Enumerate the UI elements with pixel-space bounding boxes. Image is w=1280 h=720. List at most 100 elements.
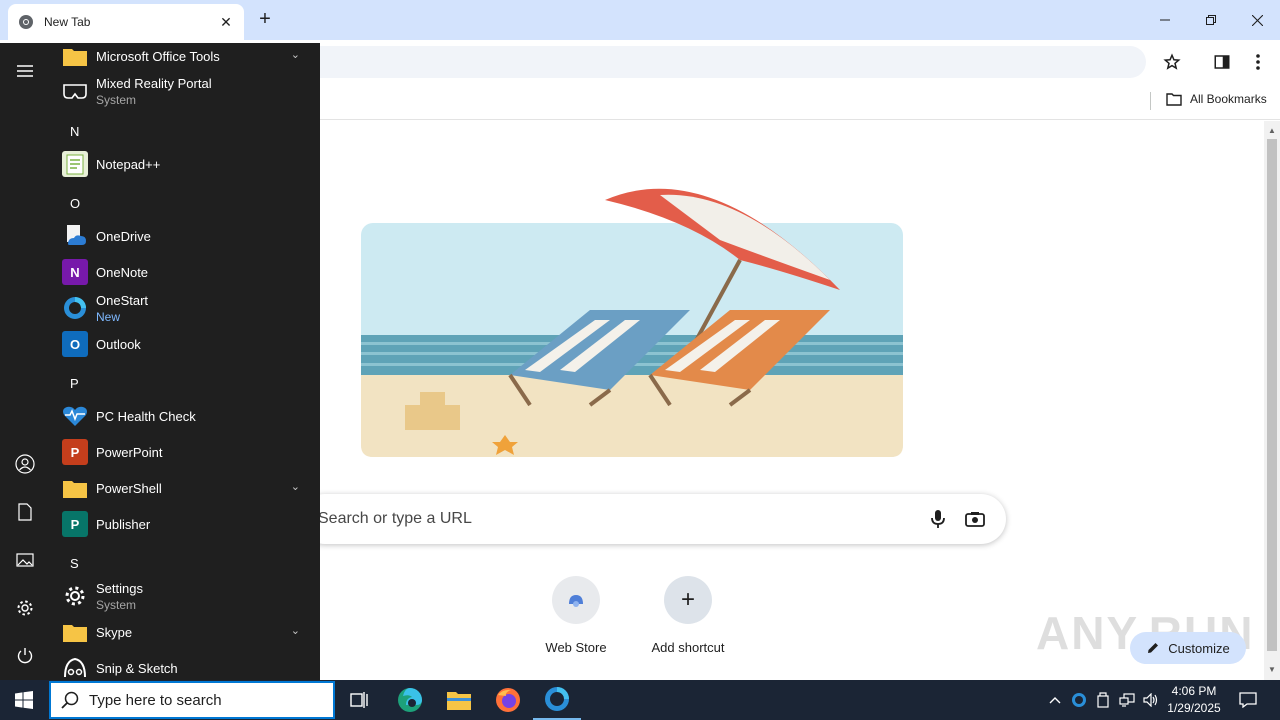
power-icon[interactable] [13,644,37,668]
app-powershell[interactable]: PowerShell ⌄ [62,472,308,504]
beach-doodle-image [361,188,903,457]
pencil-icon [1148,643,1159,653]
start-menu: Microsoft Office Tools ⌄ Mixed Reality P… [0,43,320,680]
app-notepad-plus-plus[interactable]: Notepad++ [62,148,308,180]
customize-button[interactable]: Customize [1130,632,1246,664]
taskbar-search-box[interactable]: Type here to search [49,681,335,719]
close-window-button[interactable] [1234,0,1280,40]
close-tab-icon[interactable]: ✕ [218,14,234,31]
show-hidden-icons-icon[interactable] [1045,690,1065,710]
restore-icon [1206,15,1216,25]
powerpoint-icon: P [62,439,88,465]
settings-gear-icon[interactable] [13,596,37,620]
plus-icon: + [664,576,712,624]
menu-kebab-icon[interactable] [1246,50,1270,74]
taskbar-edge[interactable] [386,680,434,720]
chevron-down-icon: ⌄ [290,625,300,637]
taskbar-file-explorer[interactable] [435,680,483,720]
pictures-icon[interactable] [13,548,37,572]
app-settings[interactable]: Settings System [62,580,308,612]
customize-label: Customize [1168,640,1230,656]
letter-header-o[interactable]: O [70,196,80,211]
onestart-icon [62,295,88,321]
taskbar-clock[interactable]: 4:06 PM 1/29/2025 [1162,683,1226,717]
start-app-list: Microsoft Office Tools ⌄ Mixed Reality P… [50,43,320,680]
ntp-search-box[interactable]: Search or type a URL [300,494,1006,544]
publisher-icon: P [62,511,88,537]
taskbar-firefox[interactable] [484,680,532,720]
volume-icon[interactable] [1141,690,1161,710]
bookmark-star-icon[interactable] [1160,50,1184,74]
folder-icon [62,475,88,501]
snip-sketch-icon [62,655,88,680]
network-icon[interactable] [1117,690,1137,710]
app-pc-health-check[interactable]: PC Health Check [62,400,308,432]
app-name: PC Health Check [96,408,196,424]
outlook-icon: O [62,331,88,357]
letter-header-p[interactable]: P [70,376,79,391]
documents-icon[interactable] [13,500,37,524]
scroll-up-arrow[interactable]: ▲ [1264,123,1280,139]
scroll-down-arrow[interactable]: ▼ [1264,662,1280,678]
app-powerpoint[interactable]: P PowerPoint [62,436,308,468]
side-panel-icon[interactable] [1210,50,1234,74]
file-explorer-icon [447,692,471,710]
user-account-icon[interactable] [13,452,37,476]
folder-icon [62,43,88,69]
app-microsoft-office-tools[interactable]: Microsoft Office Tools ⌄ [62,43,308,72]
edge-icon [398,688,422,712]
all-bookmarks-button[interactable]: All Bookmarks [1166,92,1267,106]
app-skype[interactable]: Skype ⌄ [62,616,308,648]
app-name: Settings [96,580,143,596]
folder-outline-icon [1166,93,1182,106]
letter-header-n[interactable]: N [70,124,79,139]
pc-health-icon [62,403,88,429]
tab-new-tab[interactable]: New Tab ✕ [8,4,244,40]
action-center-icon[interactable] [1238,690,1258,710]
folder-icon [62,619,88,645]
app-snip-and-sketch[interactable]: Snip & Sketch [62,652,308,680]
app-name: Mixed Reality Portal [96,75,212,91]
tray-onestart-icon[interactable] [1069,690,1089,710]
shortcut-web-store[interactable]: Web Store [520,576,632,655]
app-name: Publisher [96,516,151,532]
shortcut-add[interactable]: + Add shortcut [632,576,744,655]
app-subtitle: System [96,92,137,107]
app-onestart[interactable]: OneStart New [62,292,308,324]
page-scrollbar[interactable]: ▲ ▼ [1264,121,1280,680]
app-onenote[interactable]: N OneNote [62,256,308,288]
onenote-icon: N [62,259,88,285]
microphone-icon[interactable] [926,507,950,531]
taskbar-search-placeholder: Type here to search [89,691,222,709]
new-tab-button[interactable]: + [254,8,276,30]
app-mixed-reality-portal[interactable]: Mixed Reality Portal System [62,75,308,107]
app-onedrive[interactable]: OneDrive [62,220,308,252]
windows-logo-icon [15,691,33,709]
scroll-thumb[interactable] [1267,139,1277,651]
onedrive-icon [62,223,88,249]
camera-search-icon[interactable] [963,507,987,531]
chrome-icon [19,15,33,29]
clock-date: 1/29/2025 [1167,701,1221,715]
shortcut-label: Web Store [545,640,607,655]
restore-button[interactable] [1188,0,1234,40]
app-name: PowerPoint [96,444,163,460]
all-bookmarks-label: All Bookmarks [1190,92,1267,106]
app-name: Outlook [96,336,141,352]
notepad-plus-plus-icon [62,151,88,177]
app-outlook[interactable]: O Outlook [62,328,308,360]
app-subtitle-new: New [96,309,121,324]
app-name: OneDrive [96,228,151,244]
taskbar: Type here to search 4:06 PM 1/29/2025 [0,680,1280,720]
taskbar-onestart[interactable] [533,680,581,720]
chevron-down-icon: ⌄ [290,481,300,493]
chevron-down-icon: ⌄ [290,49,300,61]
tray-device-icon[interactable] [1093,690,1113,710]
task-view-button[interactable] [336,680,384,720]
app-publisher[interactable]: P Publisher [62,508,308,540]
firefox-icon [496,688,520,712]
minimize-button[interactable] [1142,0,1188,40]
start-button[interactable] [0,680,48,720]
hamburger-menu-icon[interactable] [13,59,37,83]
letter-header-s[interactable]: S [70,556,79,571]
